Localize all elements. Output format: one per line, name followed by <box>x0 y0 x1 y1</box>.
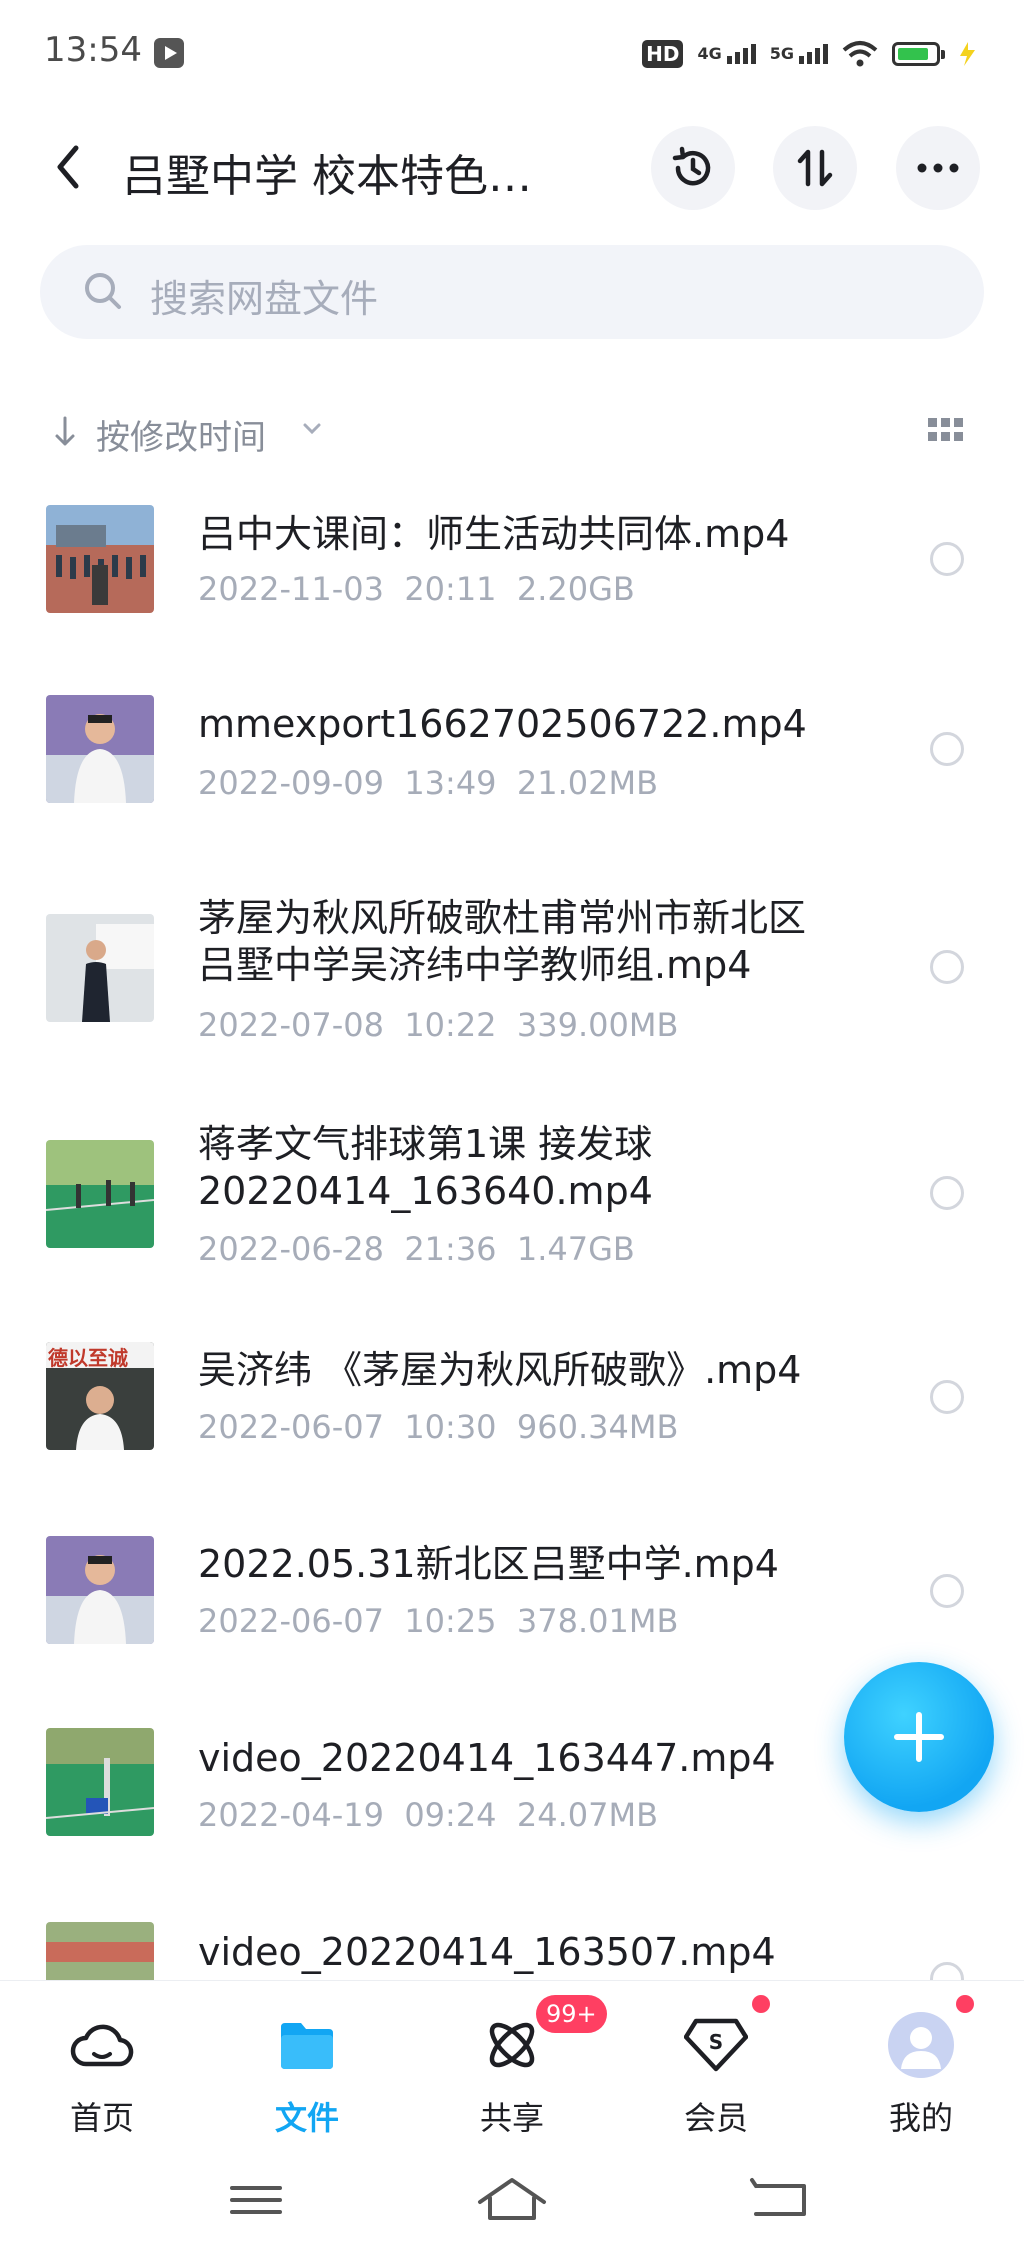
status-icons: HD 4G 5G <box>642 34 980 74</box>
file-name: 蒋孝文气排球第1课 接发球 <box>198 1122 653 1166</box>
svg-text:S: S <box>709 2030 723 2054</box>
file-meta: 2022-06-07 10:25 378.01MB <box>198 1602 679 1640</box>
file-name: 吴济纬 《茅屋为秋风所破歌》.mp4 <box>198 1348 802 1392</box>
video-thumbnail <box>46 1536 154 1644</box>
file-name: video_20220414_163447.mp4 <box>198 1736 776 1780</box>
video-thumbnail <box>46 1728 154 1836</box>
thumbnail-text: 德以至诚 <box>48 1346 128 1370</box>
avatar-icon[interactable] <box>881 2005 961 2085</box>
sort-down-arrow-icon <box>55 416 75 446</box>
file-name: video_20220414_163507.mp4 <box>198 1930 776 1974</box>
file-name: 吕中大课间：师生活动共同体.mp4 <box>198 512 790 556</box>
playground-icon <box>46 1922 154 1980</box>
court-icon <box>46 1140 154 1248</box>
files-folder-icon[interactable] <box>267 2005 347 2085</box>
sort-by-modified-button[interactable]: 按修改时间 <box>96 410 266 459</box>
vip-diamond-icon[interactable]: S <box>676 2005 756 2085</box>
history-button[interactable] <box>651 126 735 210</box>
select-checkbox[interactable] <box>930 542 964 576</box>
search-icon <box>85 273 121 309</box>
video-thumbnail <box>46 914 154 1022</box>
nav-mine[interactable]: 我的 <box>841 2093 1001 2139</box>
speaker-icon <box>46 1536 154 1644</box>
history-icon <box>672 146 711 186</box>
select-checkbox[interactable] <box>930 732 964 766</box>
file-meta: 2022-07-08 10:22 339.00MB <box>198 1006 679 1044</box>
video-thumbnail <box>46 1922 154 1980</box>
signal-5g-icon: 5G <box>770 44 828 64</box>
nav-files[interactable]: 文件 <box>227 2093 387 2139</box>
media-playing-icon <box>154 38 184 68</box>
file-name: 茅屋为秋风所破歌杜甫常州市新北区 <box>198 896 807 940</box>
select-checkbox[interactable] <box>930 1962 964 1980</box>
more-button[interactable] <box>896 126 980 210</box>
home-cloud-icon[interactable] <box>62 2005 142 2085</box>
status-time: 13:54 <box>44 30 142 70</box>
nav-vip[interactable]: 会员 <box>636 2093 796 2139</box>
chevron-down-icon <box>303 423 321 435</box>
list-item[interactable]: 德以至诚 吴济纬 《茅屋为秋风所破歌》.mp4 2022-06-07 10:30… <box>0 1330 1024 1480</box>
select-checkbox[interactable] <box>930 1574 964 1608</box>
battery-icon <box>892 42 945 66</box>
charging-icon <box>960 42 975 66</box>
mine-notification-dot <box>956 1995 974 2013</box>
file-meta: 2022-06-28 21:36 1.47GB <box>198 1230 635 1268</box>
select-checkbox[interactable] <box>930 1176 964 1210</box>
search-placeholder: 搜索网盘文件 <box>150 277 379 321</box>
file-meta: 2022-09-09 13:49 21.02MB <box>198 764 659 802</box>
video-thumbnail <box>46 695 154 803</box>
file-name: 2022.05.31新北区吕墅中学.mp4 <box>198 1542 779 1586</box>
share-count-badge: 99+ <box>536 1995 607 2033</box>
sort-arrows-icon <box>797 149 833 187</box>
signal-4g-icon: 4G <box>697 44 756 64</box>
file-name-line-2: 吕墅中学吴济纬中学教师组.mp4 <box>198 943 752 987</box>
select-checkbox[interactable] <box>930 950 964 984</box>
grid-view-icon[interactable] <box>928 418 964 444</box>
list-item[interactable]: 蒋孝文气排球第1课 接发球 20220414_163640.mp4 2022-0… <box>0 1110 1024 1280</box>
speaker-icon <box>46 695 154 803</box>
list-item[interactable]: 茅屋为秋风所破歌杜甫常州市新北区 吕墅中学吴济纬中学教师组.mp4 2022-0… <box>0 884 1024 1054</box>
file-name: mmexport1662702506722.mp4 <box>198 702 807 746</box>
page-title: 吕墅中学 校本特色… <box>122 151 532 202</box>
list-item[interactable]: 吕中大课间：师生活动共同体.mp4 2022-11-03 20:11 2.20G… <box>0 490 1024 640</box>
list-item[interactable]: video_20220414_163507.mp4 <box>0 1912 1024 1980</box>
hd-icon: HD <box>642 40 684 68</box>
video-thumbnail <box>46 505 154 613</box>
add-button[interactable] <box>844 1662 994 1812</box>
list-item[interactable]: 2022.05.31新北区吕墅中学.mp4 2022-06-07 10:25 3… <box>0 1524 1024 1674</box>
select-checkbox[interactable] <box>930 1380 964 1414</box>
file-meta: 2022-11-03 20:11 2.20GB <box>198 570 635 608</box>
video-thumbnail: 德以至诚 <box>46 1342 154 1450</box>
more-icon <box>917 163 959 173</box>
wifi-icon <box>842 41 878 67</box>
home-icon[interactable] <box>472 2170 552 2230</box>
sort-toggle-button[interactable] <box>773 126 857 210</box>
nav-home[interactable]: 首页 <box>22 2093 182 2139</box>
nav-share[interactable]: 共享 <box>432 2093 592 2139</box>
back-icon[interactable] <box>50 142 90 192</box>
list-item[interactable]: mmexport1662702506722.mp4 2022-09-09 13:… <box>0 684 1024 834</box>
court-icon <box>46 1728 154 1836</box>
back-nav-icon[interactable] <box>740 2170 820 2230</box>
plus-icon <box>894 1712 944 1762</box>
teacher-icon <box>46 914 154 1022</box>
file-meta: 2022-04-19 09:24 24.07MB <box>198 1796 659 1834</box>
vip-notification-dot <box>752 1995 770 2013</box>
playground-icon <box>46 505 154 613</box>
file-meta: 2022-06-07 10:30 960.34MB <box>198 1408 679 1446</box>
menu-icon[interactable] <box>216 2170 296 2230</box>
file-name-line-2: 20220414_163640.mp4 <box>198 1169 653 1213</box>
video-thumbnail <box>46 1140 154 1248</box>
